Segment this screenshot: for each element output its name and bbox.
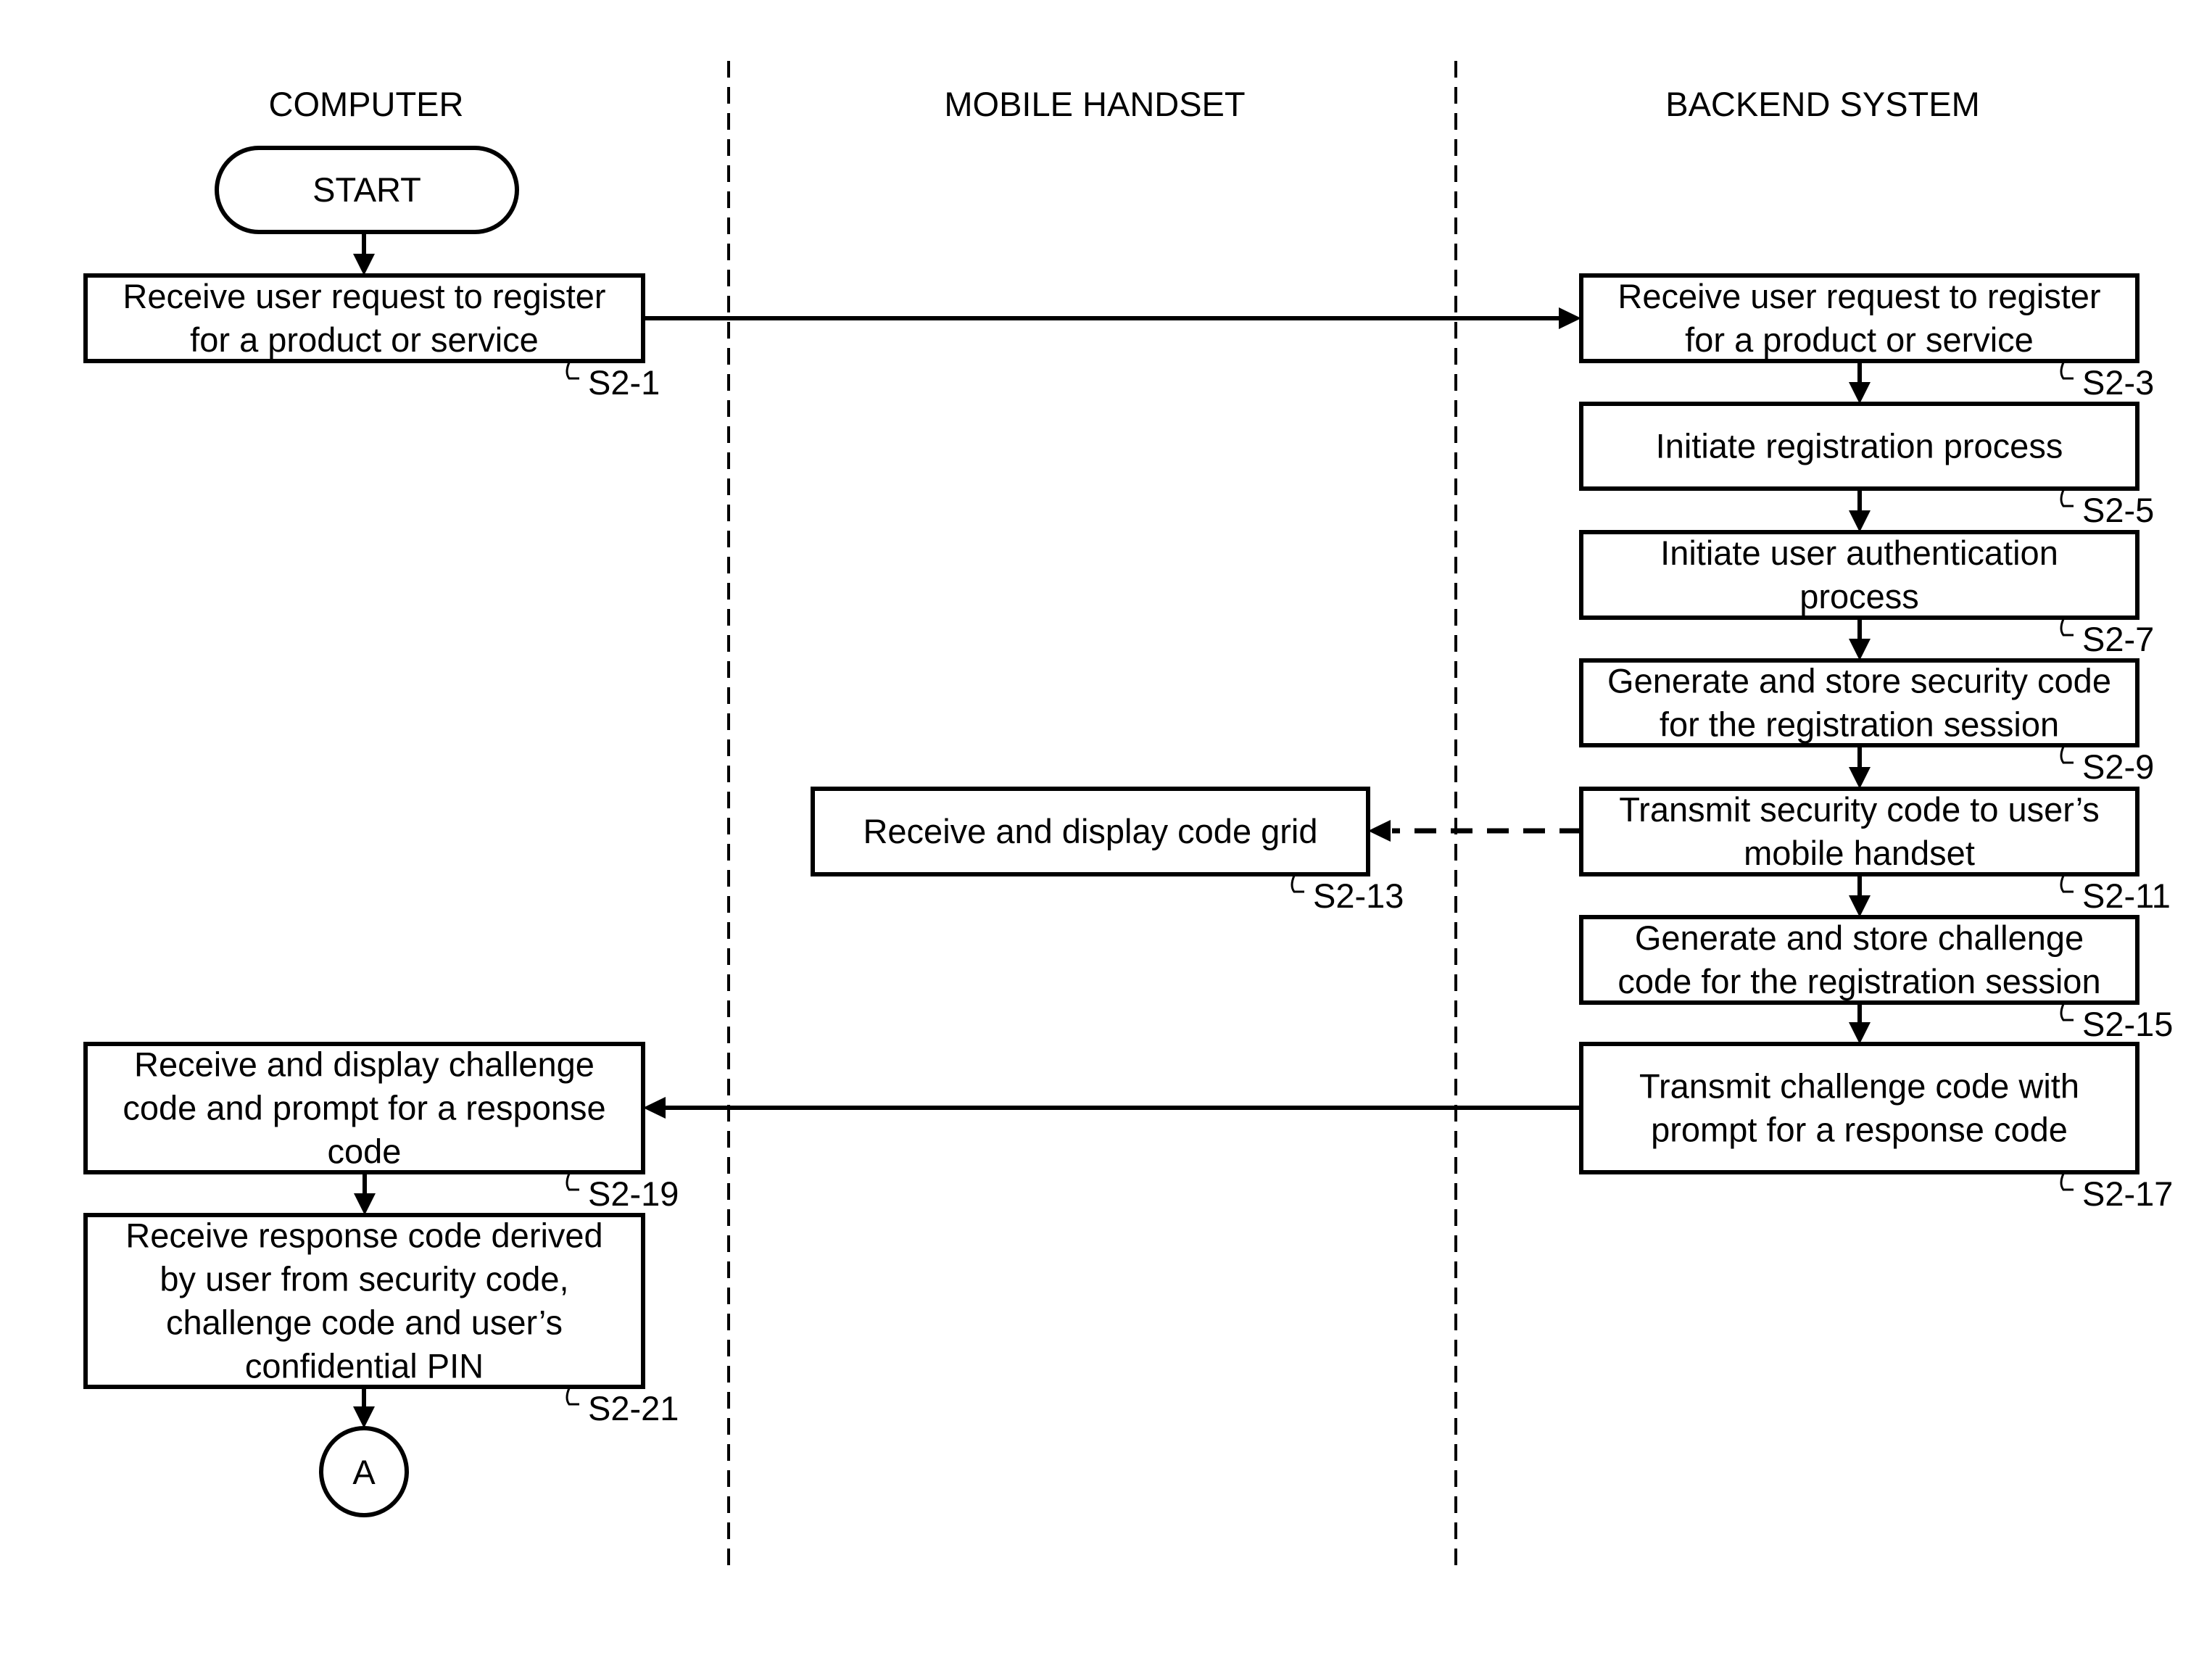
step-text-line: Receive response code derived <box>125 1216 602 1255</box>
step-reference-label: S2-13 <box>1313 876 1404 915</box>
step-reference-label: S2-17 <box>2082 1174 2173 1213</box>
step-text-line: challenge code and user’s <box>166 1303 563 1342</box>
step-text-line: Generate and store security code <box>1607 662 2111 700</box>
step-text-line: code and prompt for a response <box>123 1089 605 1127</box>
step-text-line: Initiate user authentication <box>1660 534 2058 572</box>
step-text-line: confidential PIN <box>245 1347 484 1385</box>
step-text-line: Receive and display challenge <box>134 1045 595 1084</box>
step-text-line: code <box>328 1132 402 1171</box>
step-text-line: for a product or service <box>190 320 539 359</box>
step-text-line: Receive user request to register <box>123 277 605 315</box>
step-reference-label: S2-5 <box>2082 491 2154 529</box>
step-reference-label: S2-1 <box>588 363 660 402</box>
lane-header-computer: COMPUTER <box>269 85 464 123</box>
step-reference-label: S2-11 <box>2082 876 2171 915</box>
step-text-line: for a product or service <box>1685 320 2034 359</box>
step-reference-label: S2-19 <box>588 1174 679 1213</box>
step-text-line: Generate and store challenge <box>1635 919 2084 957</box>
step-text-line: prompt for a response code <box>1651 1111 2068 1149</box>
step-text-line: Receive and display code grid <box>863 812 1317 850</box>
swimlane-flowchart: COMPUTER MOBILE HANDSET BACKEND SYSTEM S… <box>0 0 2212 1658</box>
lane-header-backend-system: BACKEND SYSTEM <box>1665 85 1980 123</box>
step-text-line: mobile handset <box>1744 834 1975 872</box>
offpage-connector-a: A <box>319 1426 409 1517</box>
step-reference-label: S2-21 <box>588 1389 679 1427</box>
step-text-line: process <box>1799 577 1919 615</box>
step-text-line: Transmit security code to user’s <box>1619 790 2100 829</box>
start-label: START <box>312 170 421 209</box>
step-text-line: Receive user request to register <box>1617 277 2100 315</box>
step-text-line: for the registration session <box>1660 705 2059 744</box>
step-reference-label: S2-15 <box>2082 1005 2173 1043</box>
step-text-line: by user from security code, <box>160 1260 568 1298</box>
step-reference-label: S2-7 <box>2082 620 2154 658</box>
step-text-line: code for the registration session <box>1617 962 2100 1000</box>
step-reference-label: S2-3 <box>2082 363 2154 402</box>
step-box <box>1579 1042 2139 1174</box>
step-reference-label: S2-9 <box>2082 747 2154 786</box>
connector-label: A <box>352 1453 376 1491</box>
step-text-line: Initiate registration process <box>1656 427 2063 465</box>
start-terminal: START <box>215 146 519 234</box>
step-text-line: Transmit challenge code with <box>1639 1067 2079 1106</box>
lane-header-mobile-handset: MOBILE HANDSET <box>944 85 1245 123</box>
